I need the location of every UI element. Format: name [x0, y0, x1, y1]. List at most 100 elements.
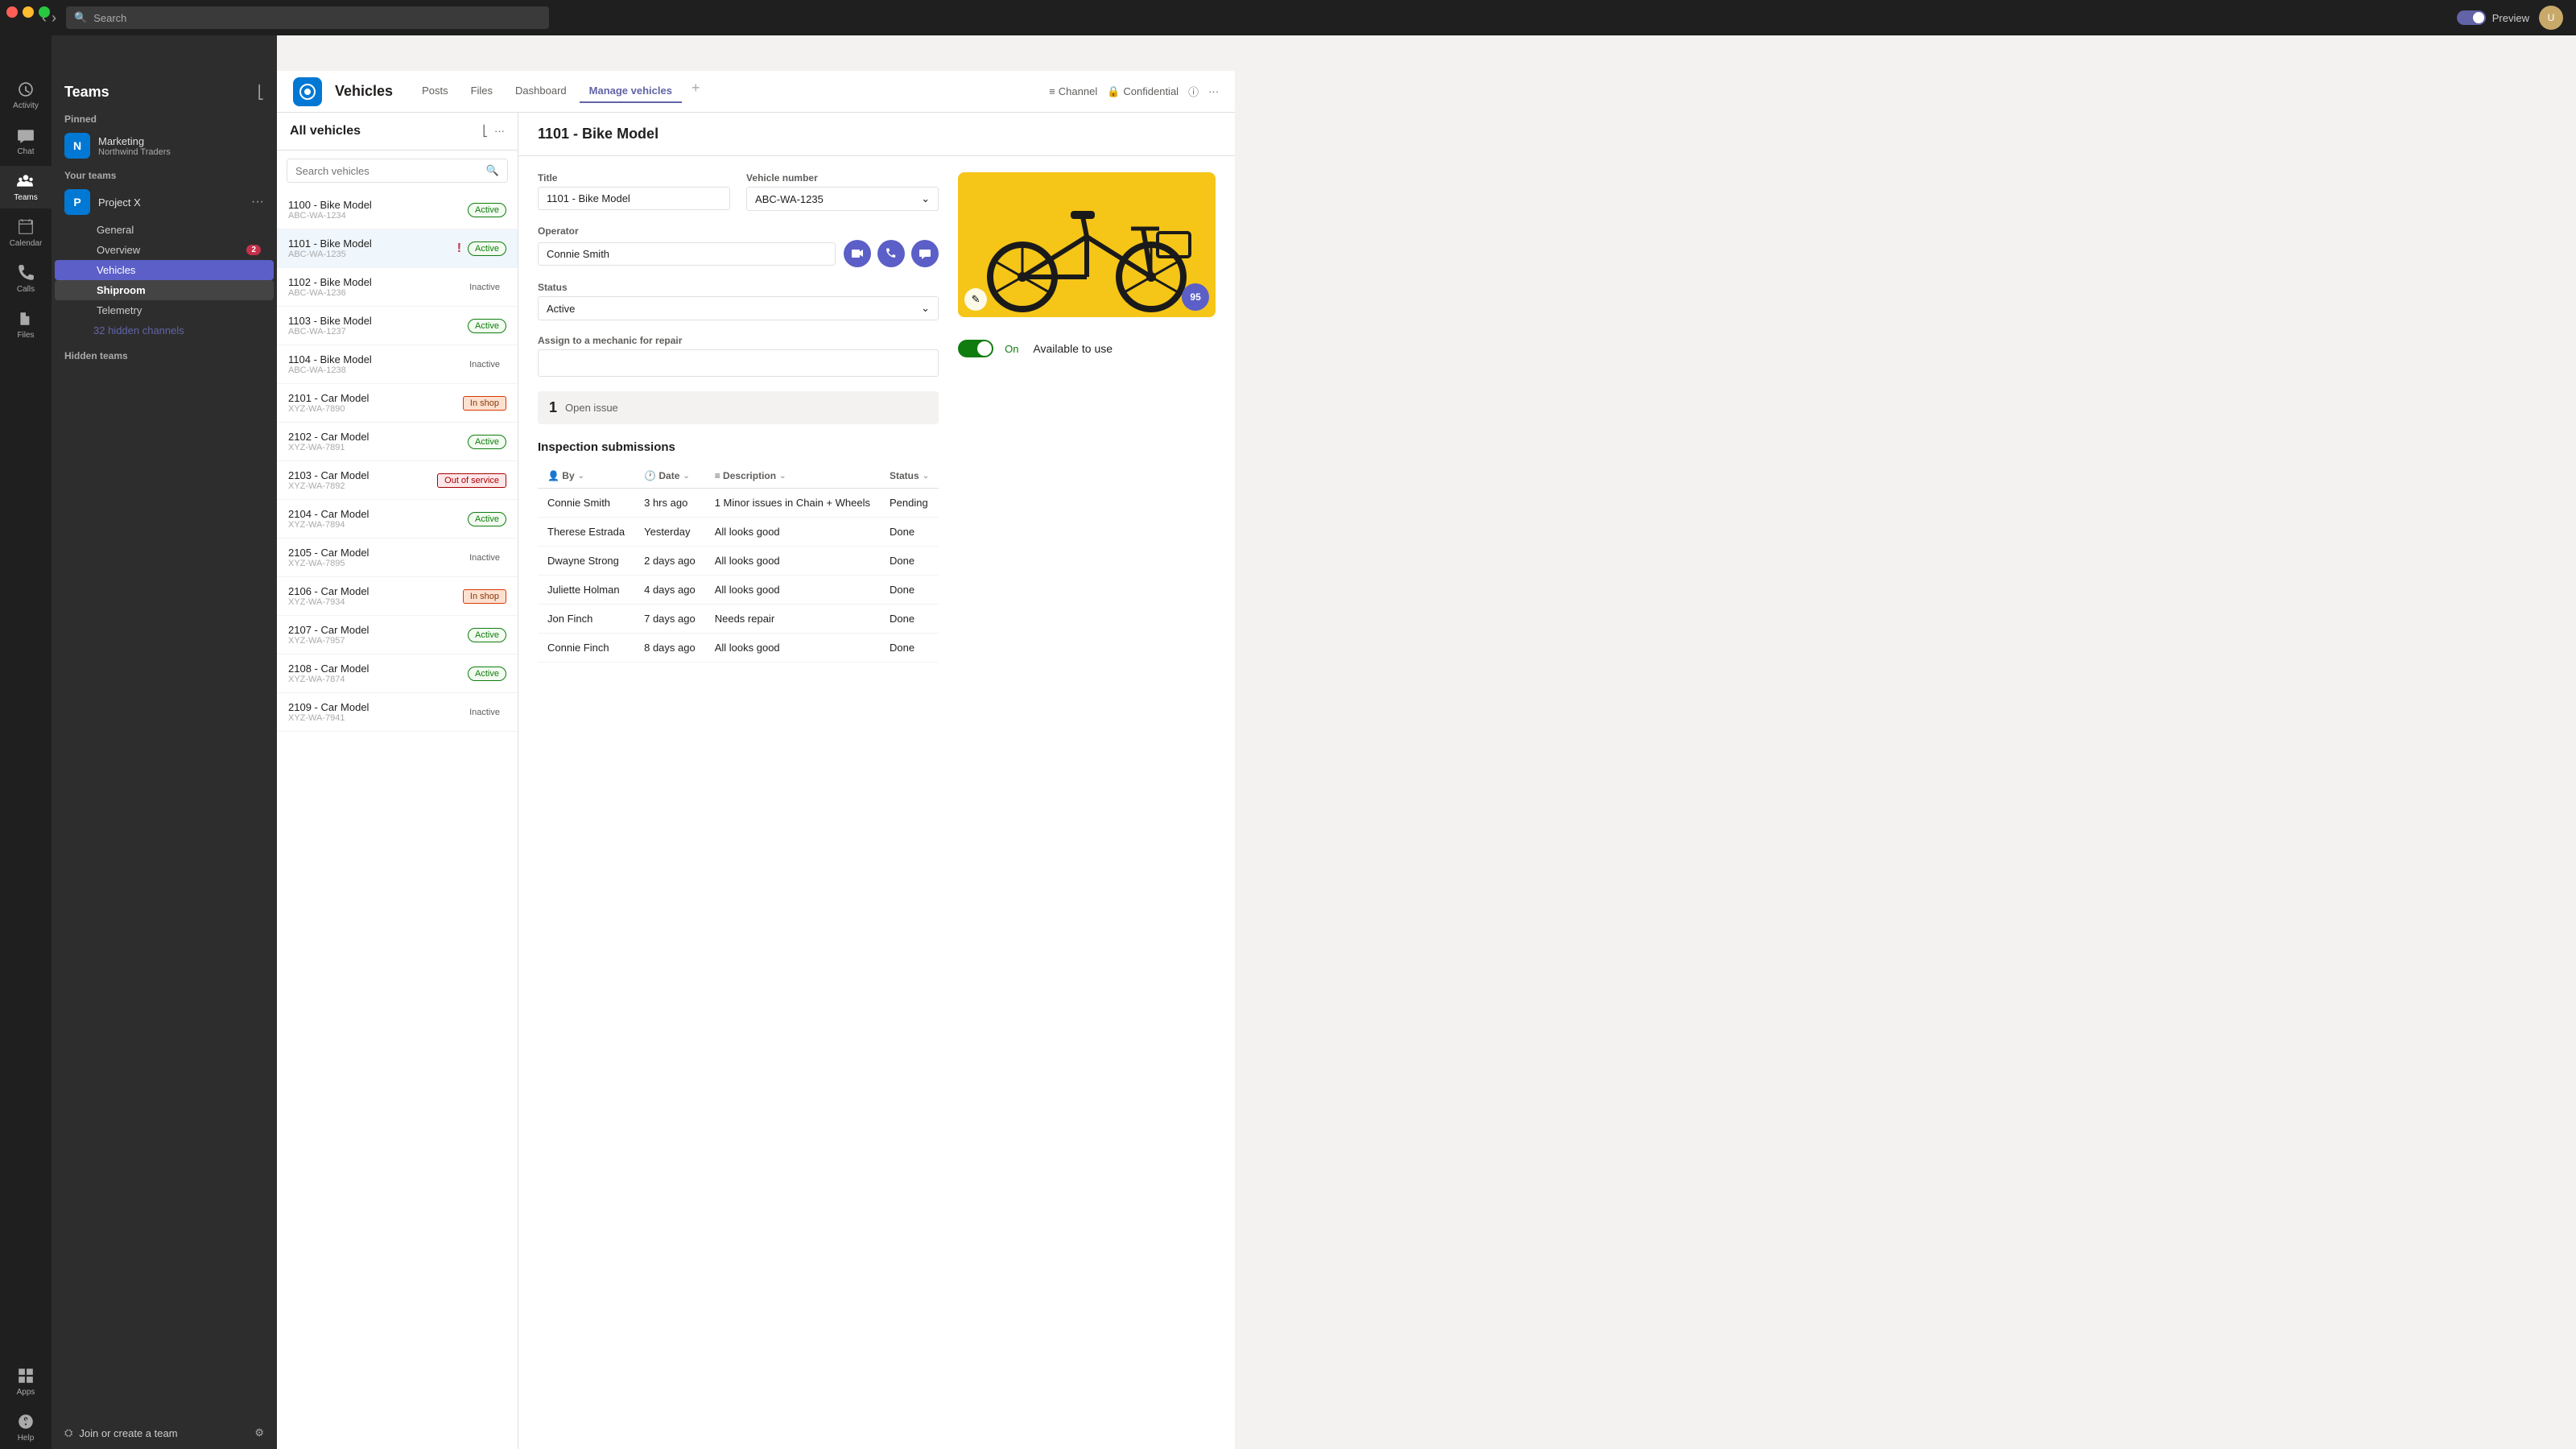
- vehicle-list-item[interactable]: 1101 - Bike Model ABC-WA-1235 ! Active: [277, 229, 518, 268]
- tab-manage-vehicles[interactable]: Manage vehicles: [580, 80, 682, 103]
- title-input[interactable]: [538, 187, 730, 210]
- toggle-knob: [2473, 12, 2484, 23]
- info-icon[interactable]: ⓘ: [1188, 84, 1199, 99]
- header-right: ≡ Channel 🔒 Confidential ⓘ ···: [1049, 84, 1219, 99]
- inspection-by: Jon Finch: [538, 605, 634, 634]
- sidebar-item-teams[interactable]: Teams: [0, 166, 52, 208]
- col-status[interactable]: Status ⌄: [880, 464, 939, 489]
- sidebar-item-calls[interactable]: Calls: [0, 258, 52, 300]
- tab-files[interactable]: Files: [461, 80, 502, 103]
- inspection-date: 4 days ago: [634, 576, 705, 605]
- vehicle-name: 2106 - Car Model: [288, 585, 456, 597]
- vehicle-number-select[interactable]: ABC-WA-1235 ⌄: [746, 187, 939, 211]
- chat-operator-button[interactable]: [911, 240, 939, 267]
- close-button[interactable]: [6, 6, 18, 18]
- settings-icon[interactable]: ⚙: [254, 1426, 264, 1439]
- vehicle-code: XYZ-WA-7957: [288, 636, 461, 646]
- apps-label: Apps: [17, 1388, 35, 1397]
- vehicle-info: 2106 - Car Model XYZ-WA-7934: [288, 585, 456, 607]
- preview-toggle[interactable]: Preview: [2457, 10, 2529, 25]
- vehicle-list-item[interactable]: 1103 - Bike Model ABC-WA-1237 Active: [277, 307, 518, 345]
- available-toggle[interactable]: [958, 340, 993, 357]
- teams-label: Teams: [14, 193, 37, 202]
- vehicle-list-actions: ⎣ ···: [483, 125, 506, 138]
- available-toggle-knob: [977, 341, 992, 356]
- sidebar-item-projectx[interactable]: P Project X ···: [55, 184, 274, 220]
- phone-call-button[interactable]: [877, 240, 905, 267]
- maximize-button[interactable]: [39, 6, 50, 18]
- vehicle-list-item[interactable]: 2105 - Car Model XYZ-WA-7895 Inactive: [277, 539, 518, 577]
- channel-general[interactable]: General: [55, 220, 274, 240]
- sidebar-item-marketing[interactable]: N Marketing Northwind Traders: [55, 128, 274, 163]
- marketing-text: Marketing Northwind Traders: [98, 135, 264, 157]
- more-icon[interactable]: ···: [1208, 85, 1219, 97]
- hidden-channels-link[interactable]: 32 hidden channels: [52, 320, 277, 341]
- confidential-link[interactable]: 🔒 Confidential: [1107, 85, 1179, 98]
- filter-icon[interactable]: ⎣: [258, 85, 264, 101]
- channel-telemetry[interactable]: Telemetry: [55, 300, 274, 320]
- vehicle-list-item[interactable]: 1104 - Bike Model ABC-WA-1238 Inactive: [277, 345, 518, 384]
- vehicle-list-item[interactable]: 2109 - Car Model XYZ-WA-7941 Inactive: [277, 693, 518, 732]
- vehicle-list-item[interactable]: 2102 - Car Model XYZ-WA-7891 Active: [277, 423, 518, 461]
- minimize-button[interactable]: [23, 6, 34, 18]
- vehicle-name: 2107 - Car Model: [288, 624, 461, 636]
- vehicle-status: Active: [468, 512, 506, 526]
- operator-input[interactable]: [538, 242, 836, 266]
- vehicle-name: 1102 - Bike Model: [288, 276, 456, 288]
- vehicle-list-panel: All vehicles ⎣ ··· 🔍 1100 - Bike Model A…: [277, 113, 518, 1449]
- more-options-icon[interactable]: ···: [251, 195, 264, 209]
- channel-vehicles[interactable]: Vehicles: [55, 260, 274, 280]
- vehicle-list-item[interactable]: 2107 - Car Model XYZ-WA-7957 Active: [277, 616, 518, 654]
- add-tab-icon[interactable]: +: [685, 80, 707, 103]
- sidebar-item-calendar[interactable]: Calendar: [0, 212, 52, 254]
- col-by[interactable]: 👤 By ⌄: [538, 464, 634, 489]
- global-search[interactable]: 🔍 Search: [66, 6, 549, 29]
- status-select[interactable]: Active ⌄: [538, 296, 939, 320]
- assign-label: Assign to a mechanic for repair: [538, 335, 939, 346]
- alert-icon: !: [457, 242, 461, 256]
- calls-label: Calls: [17, 285, 35, 294]
- vehicle-list-item[interactable]: 1100 - Bike Model ABC-WA-1234 Active: [277, 191, 518, 229]
- assign-input[interactable]: [538, 349, 939, 377]
- operator-label: Operator: [538, 225, 939, 237]
- vehicle-list-item[interactable]: 2103 - Car Model XYZ-WA-7892 Out of serv…: [277, 461, 518, 500]
- user-avatar[interactable]: U: [2539, 6, 2563, 30]
- vehicle-list-item[interactable]: 1102 - Bike Model ABC-WA-1236 Inactive: [277, 268, 518, 307]
- status-chevron-icon: ⌄: [921, 302, 930, 315]
- available-on-label: On: [1005, 343, 1018, 355]
- sidebar-item-chat[interactable]: Chat: [0, 120, 52, 163]
- vehicle-status: Active: [468, 628, 506, 642]
- window-controls[interactable]: [6, 6, 50, 18]
- more-vehicles-icon[interactable]: ···: [494, 125, 505, 138]
- sidebar-item-activity[interactable]: Activity: [0, 74, 52, 117]
- detail-title: 1101 - Bike Model: [538, 126, 658, 142]
- channel-shiproom[interactable]: Shiproom: [55, 280, 274, 300]
- vehicle-info: 1100 - Bike Model ABC-WA-1234: [288, 199, 461, 221]
- vehicle-list-item[interactable]: 2104 - Car Model XYZ-WA-7894 Active: [277, 500, 518, 539]
- vehicle-search-input[interactable]: [295, 165, 480, 177]
- preview-label: Preview: [2492, 12, 2529, 24]
- edit-image-button[interactable]: ✎: [964, 288, 987, 311]
- vehicle-info: 1101 - Bike Model ABC-WA-1235: [288, 237, 451, 259]
- channel-overview[interactable]: Overview 2: [55, 240, 274, 260]
- video-call-button[interactable]: [844, 240, 871, 267]
- vehicle-list-item[interactable]: 2101 - Car Model XYZ-WA-7890 In shop: [277, 384, 518, 423]
- tab-posts[interactable]: Posts: [412, 80, 458, 103]
- tab-dashboard[interactable]: Dashboard: [506, 80, 576, 103]
- col-description[interactable]: ≡ Description ⌄: [705, 464, 880, 489]
- preview-toggle-switch[interactable]: [2457, 10, 2486, 25]
- channel-link[interactable]: ≡ Channel: [1049, 85, 1097, 97]
- forward-button[interactable]: ›: [52, 10, 56, 27]
- vehicle-list-item[interactable]: 2108 - Car Model XYZ-WA-7874 Active: [277, 654, 518, 693]
- vehicle-list-item[interactable]: 2106 - Car Model XYZ-WA-7934 In shop: [277, 577, 518, 616]
- filter-vehicles-icon[interactable]: ⎣: [483, 125, 489, 138]
- join-create-team[interactable]: ⛭ Join or create a team ⚙: [52, 1417, 277, 1449]
- col-date[interactable]: 🕐 Date ⌄: [634, 464, 705, 489]
- sidebar-item-apps[interactable]: Apps: [0, 1360, 52, 1403]
- vehicle-search-box[interactable]: 🔍: [287, 159, 508, 183]
- status-value: Active: [547, 303, 575, 315]
- top-bar-right: Preview U: [2457, 6, 2563, 30]
- sidebar-item-files[interactable]: Files: [0, 303, 52, 346]
- search-icon: 🔍: [486, 164, 499, 177]
- sidebar-item-help[interactable]: Help: [0, 1406, 52, 1449]
